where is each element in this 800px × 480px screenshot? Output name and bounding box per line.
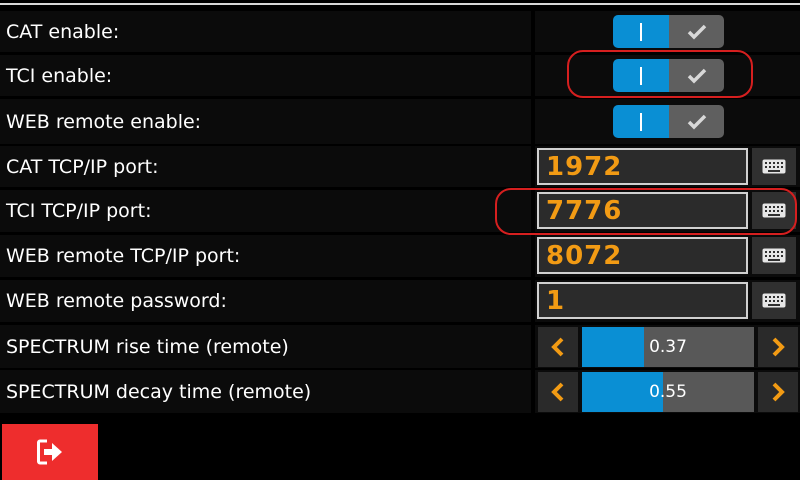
row-spectrum-rise: SPECTRUM rise time (remote) 0.37 bbox=[0, 325, 800, 368]
spectrum-rise-label: SPECTRUM rise time (remote) bbox=[0, 325, 531, 368]
web-password-control-cell: 1 bbox=[535, 280, 800, 322]
check-icon bbox=[687, 114, 706, 129]
chevron-right-icon bbox=[772, 337, 785, 357]
spectrum-rise-control-cell: 0.37 bbox=[535, 325, 800, 368]
web-enable-control-cell bbox=[535, 99, 800, 144]
exit-icon bbox=[37, 439, 62, 465]
tci-enable-label: TCI enable: bbox=[0, 55, 531, 96]
cat-enable-control-cell bbox=[535, 11, 800, 52]
spectrum-decay-value: 0.55 bbox=[649, 382, 687, 402]
spectrum-decay-control-cell: 0.55 bbox=[535, 370, 800, 413]
web-port-control-cell: 8072 bbox=[535, 235, 800, 277]
cat-enable-toggle[interactable] bbox=[613, 15, 724, 48]
keyboard-icon bbox=[762, 159, 786, 174]
spectrum-decay-decrease-button[interactable] bbox=[538, 372, 578, 412]
chevron-right-icon bbox=[772, 382, 785, 402]
chevron-left-icon bbox=[551, 337, 564, 357]
cat-enable-label: CAT enable: bbox=[0, 11, 531, 52]
toggle-on-segment bbox=[613, 15, 669, 48]
exit-button[interactable] bbox=[2, 424, 98, 480]
spectrum-rise-value: 0.37 bbox=[649, 337, 687, 357]
highlight-tci-port bbox=[495, 188, 797, 235]
spectrum-rise-decrease-button[interactable] bbox=[538, 327, 578, 367]
toggle-on-segment bbox=[613, 105, 669, 138]
chevron-left-icon bbox=[551, 382, 564, 402]
spectrum-decay-slider[interactable]: 0.55 bbox=[582, 372, 754, 412]
row-web-password: WEB remote password: 1 bbox=[0, 280, 800, 322]
cat-port-keyboard-button[interactable] bbox=[752, 148, 796, 185]
check-icon bbox=[687, 24, 706, 39]
cat-port-label: CAT TCP/IP port: bbox=[0, 146, 531, 187]
web-password-keyboard-button[interactable] bbox=[752, 282, 796, 319]
web-port-label: WEB remote TCP/IP port: bbox=[0, 235, 531, 277]
keyboard-icon bbox=[762, 248, 786, 263]
row-cat-enable: CAT enable: bbox=[0, 11, 800, 52]
keyboard-icon bbox=[762, 293, 786, 308]
cat-port-control-cell: 1972 bbox=[535, 146, 800, 187]
web-port-keyboard-button[interactable] bbox=[752, 237, 796, 274]
spectrum-decay-increase-button[interactable] bbox=[758, 372, 798, 412]
spectrum-rise-slider[interactable]: 0.37 bbox=[582, 327, 754, 367]
cat-port-input[interactable]: 1972 bbox=[537, 148, 748, 185]
spectrum-decay-label: SPECTRUM decay time (remote) bbox=[0, 370, 531, 413]
row-spectrum-decay: SPECTRUM decay time (remote) 0.55 bbox=[0, 370, 800, 413]
row-web-port: WEB remote TCP/IP port: 8072 bbox=[0, 235, 800, 277]
web-port-input[interactable]: 8072 bbox=[537, 237, 748, 274]
spectrum-rise-increase-button[interactable] bbox=[758, 327, 798, 367]
top-divider bbox=[0, 3, 800, 5]
highlight-tci-enable bbox=[567, 50, 753, 98]
tci-port-label: TCI TCP/IP port: bbox=[0, 190, 531, 232]
toggle-off-segment bbox=[669, 15, 724, 48]
web-enable-toggle[interactable] bbox=[613, 105, 724, 138]
row-cat-port: CAT TCP/IP port: 1972 bbox=[0, 146, 800, 187]
toggle-off-segment bbox=[669, 105, 724, 138]
row-web-enable: WEB remote enable: bbox=[0, 99, 800, 144]
web-enable-label: WEB remote enable: bbox=[0, 99, 531, 144]
web-password-label: WEB remote password: bbox=[0, 280, 531, 322]
web-password-input[interactable]: 1 bbox=[537, 282, 748, 319]
